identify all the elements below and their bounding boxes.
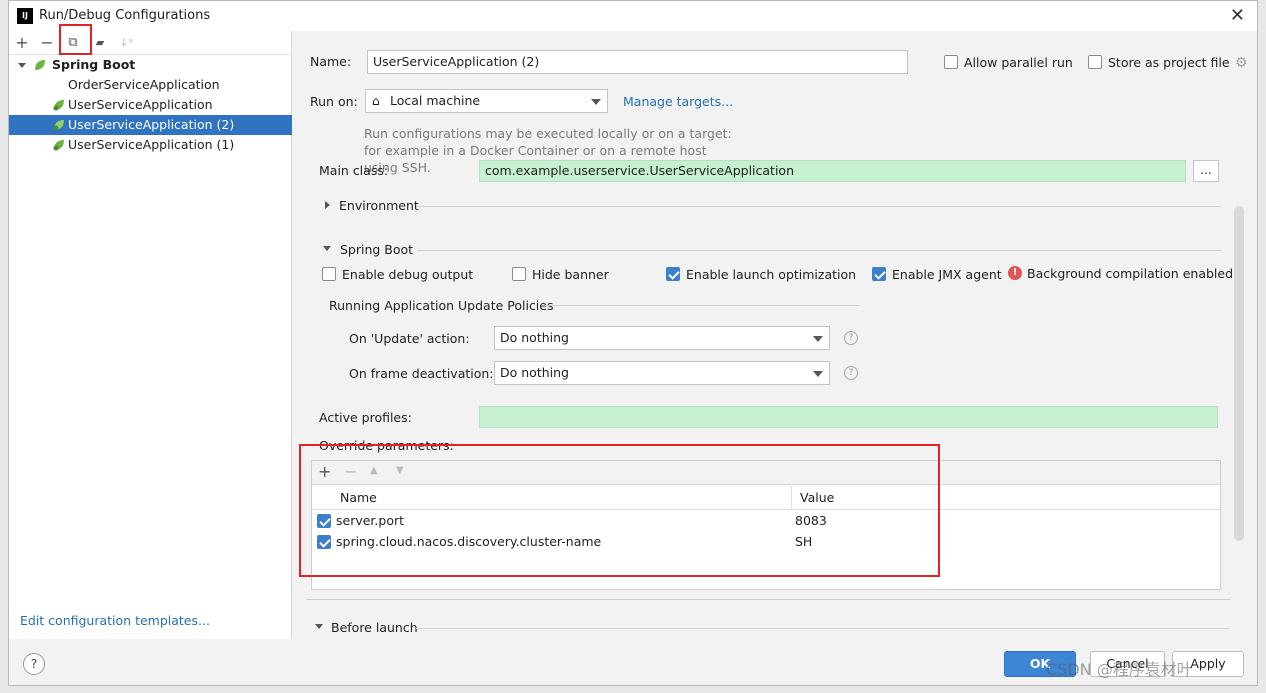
update-policies-divider — [545, 305, 859, 306]
environment-divider — [417, 206, 1221, 207]
manage-targets-link[interactable]: Manage targets... — [623, 94, 733, 109]
active-profiles-input[interactable] — [479, 406, 1218, 428]
allow-parallel-run-label: Allow parallel run — [964, 55, 1073, 70]
add-configuration-button[interactable]: + — [12, 33, 32, 53]
form-scrollbar[interactable] — [1234, 206, 1244, 541]
tree-item-label: UserServiceApplication (1) — [68, 137, 235, 152]
close-icon[interactable]: ✕ — [1230, 5, 1245, 26]
expand-arrow-icon[interactable] — [315, 624, 323, 629]
help-icon[interactable]: ? — [844, 366, 858, 380]
main-class-label: Main class: — [319, 163, 389, 178]
form-divider — [306, 599, 1231, 600]
browse-main-class-button[interactable]: ... — [1193, 160, 1219, 182]
store-as-project-file-label: Store as project file — [1108, 55, 1230, 70]
chevron-down-icon — [813, 371, 823, 377]
spring-boot-run-icon — [53, 140, 64, 151]
run-on-value: Local machine — [390, 93, 481, 108]
tree-toolbar: + − ⧉ ▰ ↓ᵃ — [9, 24, 292, 55]
intellij-logo-icon: IJ — [17, 8, 33, 24]
enable-launch-optimization-checkbox[interactable] — [666, 267, 680, 281]
chevron-down-icon — [813, 336, 823, 342]
override-parameters-highlight — [299, 444, 940, 577]
expand-chevron-icon — [18, 63, 26, 68]
spring-boot-section[interactable]: Spring Boot — [340, 242, 413, 257]
on-frame-value: Do nothing — [500, 365, 569, 380]
background-compilation-label: Background compilation enabled — [1027, 266, 1234, 281]
help-button[interactable]: ? — [23, 653, 45, 675]
name-input[interactable]: UserServiceApplication (2) — [367, 50, 908, 74]
window-title: Run/Debug Configurations — [39, 8, 211, 23]
update-policies-heading: Running Application Update Policies — [329, 298, 554, 313]
move-to-folder-button[interactable]: ▰ — [90, 33, 110, 53]
tree-item-label: UserServiceApplication (2) — [68, 117, 235, 132]
enable-launch-optimization-label: Enable launch optimization — [686, 267, 857, 282]
run-on-select[interactable]: ⌂ Local machine — [365, 89, 608, 113]
hide-banner-label: Hide banner — [532, 267, 609, 282]
hide-banner-checkbox[interactable] — [512, 267, 526, 281]
active-profiles-label: Active profiles: — [319, 410, 412, 425]
sort-configurations-button[interactable]: ↓ᵃ — [116, 33, 136, 53]
main-class-input[interactable]: com.example.userservice.UserServiceAppli… — [479, 160, 1186, 182]
copy-button-highlight — [59, 24, 92, 55]
home-icon: ⌂ — [372, 94, 380, 108]
title-bar: IJ Run/Debug Configurations ✕ — [9, 1, 1257, 31]
enable-debug-output-label: Enable debug output — [342, 267, 474, 282]
name-label: Name: — [310, 54, 352, 69]
collapse-arrow-icon[interactable] — [325, 201, 330, 209]
tree-item-label: OrderServiceApplication — [68, 77, 220, 92]
on-frame-deactivation-select[interactable]: Do nothing — [494, 361, 830, 385]
tree-item-user-service-2[interactable]: UserServiceApplication (2) — [9, 115, 292, 135]
chevron-down-icon — [591, 99, 601, 105]
gear-icon[interactable]: ⚙ — [1235, 55, 1248, 71]
on-update-value: Do nothing — [500, 330, 569, 345]
store-as-project-file-checkbox[interactable] — [1088, 55, 1102, 69]
csdn-watermark: CSDN @程序袁材叶 — [1046, 660, 1193, 679]
help-icon[interactable]: ? — [844, 331, 858, 345]
expand-arrow-icon[interactable] — [323, 246, 331, 251]
enable-jmx-agent-checkbox[interactable] — [872, 267, 886, 281]
tree-item-order-service[interactable]: OrderServiceApplication — [9, 75, 292, 95]
tree-item-label: UserServiceApplication — [68, 97, 213, 112]
before-launch-section[interactable]: Before launch — [331, 620, 418, 635]
configurations-tree-panel: + − ⧉ ▰ ↓ᵃ Spring Boot OrderServiceAppli… — [9, 24, 292, 639]
spring-boot-icon — [35, 60, 45, 70]
on-update-select[interactable]: Do nothing — [494, 326, 830, 350]
tree-group-label: Spring Boot — [52, 57, 136, 72]
on-update-label: On 'Update' action: — [349, 331, 470, 346]
run-on-label: Run on: — [310, 94, 358, 109]
enable-jmx-agent-label: Enable JMX agent — [892, 267, 1002, 282]
enable-debug-output-checkbox[interactable] — [322, 267, 336, 281]
edit-configuration-templates-link[interactable]: Edit configuration templates... — [20, 613, 210, 628]
tree-group-spring-boot[interactable]: Spring Boot — [9, 55, 292, 75]
warning-icon: ! — [1008, 266, 1022, 280]
spring-boot-run-icon — [53, 120, 64, 131]
tree-item-user-service-1[interactable]: UserServiceApplication (1) — [9, 135, 292, 155]
before-launch-divider — [416, 628, 1229, 629]
spring-boot-run-icon — [53, 100, 64, 111]
spring-boot-divider — [417, 250, 1221, 251]
allow-parallel-run-checkbox[interactable] — [944, 55, 958, 69]
run-debug-dialog: IJ Run/Debug Configurations ✕ + − ⧉ ▰ ↓ᵃ… — [8, 0, 1258, 686]
remove-configuration-button[interactable]: − — [37, 33, 57, 53]
environment-section[interactable]: Environment — [339, 198, 419, 213]
tree-item-user-service[interactable]: UserServiceApplication — [9, 95, 292, 115]
on-frame-deactivation-label: On frame deactivation: — [349, 366, 494, 381]
